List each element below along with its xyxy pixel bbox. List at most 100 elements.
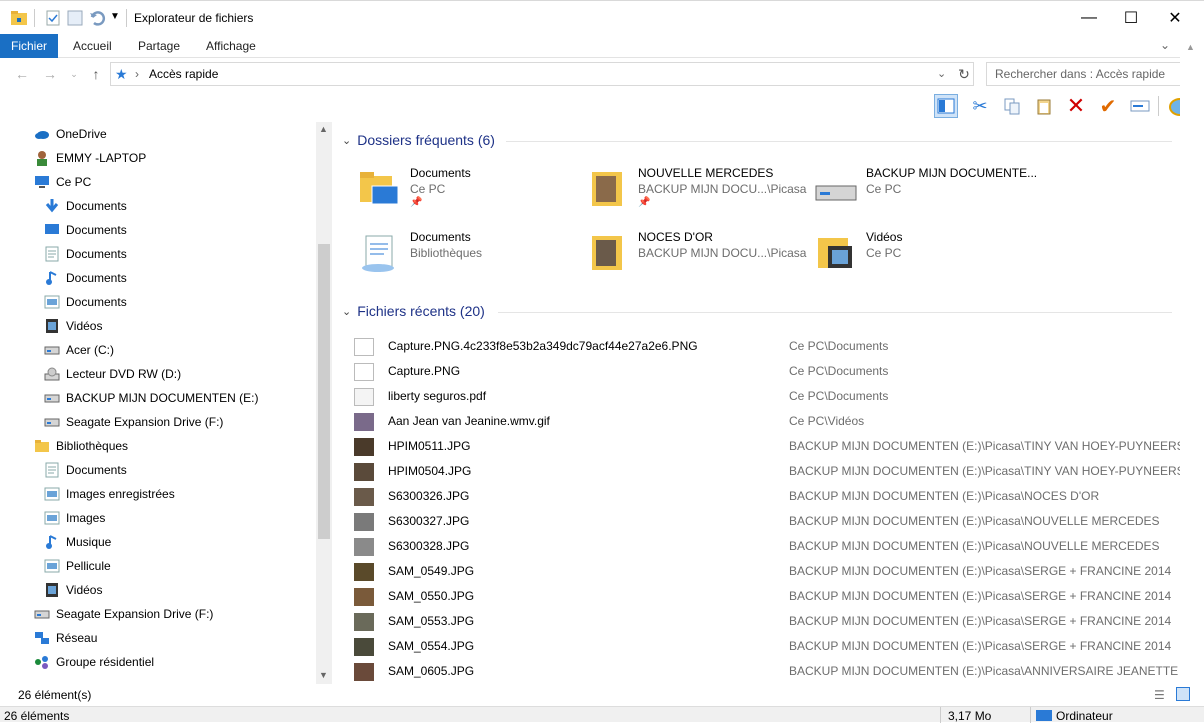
music-icon	[44, 534, 60, 550]
frequent-folder-tile[interactable]: Vidéos Ce PC	[814, 230, 1034, 290]
nav-item[interactable]: Documents	[44, 218, 127, 242]
recent-locations-chevron-icon[interactable]: ⌄	[64, 64, 84, 84]
nav-item[interactable]: BACKUP MIJN DOCUMENTEN (E:)	[44, 386, 258, 410]
delete-icon[interactable]: ✕	[1064, 93, 1088, 118]
nav-item[interactable]: OneDrive	[34, 122, 107, 146]
file-name: liberty seguros.pdf	[388, 389, 487, 403]
nav-item[interactable]: EMMY -LAPTOP	[34, 146, 146, 170]
recent-file-row[interactable]: HPIM0504.JPG BACKUP MIJN DOCUMENTEN (E:)\…	[354, 459, 1185, 484]
nav-item[interactable]: Musique	[44, 530, 111, 554]
checkmark-icon[interactable]: ✔	[1096, 94, 1120, 118]
recent-file-row[interactable]: Capture.PNG Ce PC\Documents	[354, 359, 1174, 384]
file-name: S6300328.JPG	[388, 539, 470, 553]
divider	[1030, 707, 1031, 723]
recent-file-row[interactable]: HPIM0511.JPG BACKUP MIJN DOCUMENTEN (E:)\…	[354, 434, 1185, 459]
nav-item[interactable]: Documents	[44, 290, 127, 314]
tab-partage[interactable]: Partage	[126, 34, 192, 58]
nav-item[interactable]: Images enregistrées	[44, 482, 175, 506]
image-thumbnail-icon	[354, 513, 374, 531]
recent-file-row[interactable]: liberty seguros.pdf Ce PC\Documents	[354, 384, 1174, 409]
nav-item[interactable]: Réseau	[34, 626, 97, 650]
nav-item[interactable]: Seagate Expansion Drive (F:)	[34, 602, 213, 626]
user-icon	[34, 150, 50, 166]
file-location: BACKUP MIJN DOCUMENTEN (E:)\Picasa\ANNIV…	[789, 664, 1179, 678]
new-folder-icon[interactable]	[66, 9, 84, 27]
rename-icon[interactable]	[1128, 94, 1152, 118]
nav-item[interactable]: Vidéos	[44, 578, 102, 602]
quick-access-dropdown-icon[interactable]: ▼	[110, 11, 120, 22]
nav-item-label: Seagate Expansion Drive (F:)	[56, 607, 214, 621]
nav-item[interactable]: Groupe résidentiel	[34, 650, 154, 674]
nav-item[interactable]: Documents	[44, 458, 127, 482]
frequent-folder-tile[interactable]: BACKUP MIJN DOCUMENTE... Ce PC	[814, 166, 1037, 226]
frequent-folder-tile[interactable]: Documents Bibliothèques	[358, 230, 578, 290]
nav-item[interactable]: Seagate Expansion Drive (F:)	[44, 410, 223, 434]
scroll-up-icon[interactable]: ▲	[319, 124, 328, 134]
search-placeholder: Rechercher dans : Accès rapide	[995, 67, 1166, 81]
close-button[interactable]: ✕	[1152, 1, 1198, 35]
drive-icon	[44, 390, 60, 406]
copy-icon[interactable]	[1000, 94, 1024, 118]
recent-file-row[interactable]: SAM_0549.JPG BACKUP MIJN DOCUMENTEN (E:)\…	[354, 559, 1174, 584]
back-arrow-icon[interactable]: ←	[12, 64, 32, 84]
nav-scrollbar-thumb[interactable]	[318, 244, 330, 539]
tab-affichage[interactable]: Affichage	[194, 34, 268, 58]
nav-item[interactable]: Vidéos	[44, 314, 102, 338]
file-location: BACKUP MIJN DOCUMENTEN (E:)\Picasa\NOCES…	[789, 489, 1100, 503]
undo-icon[interactable]	[88, 9, 106, 27]
tiles-view-icon[interactable]	[1176, 687, 1190, 701]
frequent-folders-header[interactable]: ⌄ Dossiers fréquents (6)	[342, 132, 495, 148]
frequent-folder-tile[interactable]: NOCES D'OR BACKUP MIJN DOCU...\Picasa	[586, 230, 806, 290]
recent-file-row[interactable]: S6300327.JPG BACKUP MIJN DOCUMENTEN (E:)\…	[354, 509, 1174, 534]
nav-item[interactable]: Acer (C:)	[44, 338, 114, 362]
refresh-icon[interactable]: ↻	[954, 64, 974, 84]
nav-item[interactable]: Pellicule	[44, 554, 111, 578]
minimize-button[interactable]: —	[1066, 1, 1112, 35]
address-bar[interactable]: ★ › Accès rapide ⌄	[110, 62, 974, 86]
nav-item[interactable]: Bibliothèques	[34, 434, 128, 458]
recent-file-row[interactable]: Capture.PNG.4c233f8e53b2a349dc79acf44e27…	[354, 334, 1174, 359]
photo-folder-icon	[586, 166, 630, 210]
nav-item[interactable]: Documents	[44, 194, 127, 218]
nav-item[interactable]: Documents	[44, 242, 127, 266]
recent-files-header[interactable]: ⌄ Fichiers récents (20)	[342, 303, 485, 319]
divider	[1158, 96, 1159, 116]
image-thumbnail-icon	[354, 663, 374, 681]
drive-icon	[34, 606, 50, 622]
recent-file-row[interactable]: Aan Jean van Jeanine.wmv.gif Ce PC\Vidéos	[354, 409, 1174, 434]
expand-ribbon-icon[interactable]: ⌄	[1160, 38, 1170, 52]
recent-file-row[interactable]: S6300328.JPG BACKUP MIJN DOCUMENTEN (E:)\…	[354, 534, 1174, 559]
collapse-chevron-icon[interactable]: ⌄	[342, 134, 351, 147]
up-arrow-icon[interactable]: ↑	[86, 64, 106, 84]
breadcrumb[interactable]: Accès rapide	[149, 67, 218, 81]
file-location: BACKUP MIJN DOCUMENTEN (E:)\Picasa\SERGE…	[789, 614, 1172, 628]
properties-icon[interactable]	[44, 9, 62, 27]
recent-file-row[interactable]: SAM_0554.JPG BACKUP MIJN DOCUMENTEN (E:)\…	[354, 634, 1174, 659]
tab-fichier[interactable]: Fichier	[0, 34, 58, 58]
content-scrollbar[interactable]: ▲	[1180, 34, 1204, 684]
recent-file-row[interactable]: SAM_0605.JPG BACKUP MIJN DOCUMENTEN (E:)\…	[354, 659, 1178, 684]
paste-icon[interactable]	[1032, 94, 1056, 118]
forward-arrow-icon[interactable]: →	[40, 64, 60, 84]
address-dropdown-icon[interactable]: ⌄	[937, 67, 946, 80]
preview-pane-icon[interactable]	[934, 94, 958, 118]
scroll-up-icon[interactable]: ▲	[1186, 42, 1195, 52]
recent-file-row[interactable]: S6300326.JPG BACKUP MIJN DOCUMENTEN (E:)\…	[354, 484, 1174, 509]
image-thumbnail-icon	[354, 413, 374, 431]
frequent-folder-tile[interactable]: Documents Ce PC 📌	[358, 166, 578, 226]
recent-file-row[interactable]: SAM_0553.JPG BACKUP MIJN DOCUMENTEN (E:)\…	[354, 609, 1174, 634]
details-view-icon[interactable]: ☰	[1154, 688, 1165, 702]
scroll-down-icon[interactable]: ▼	[319, 670, 328, 680]
maximize-button[interactable]: ☐	[1108, 1, 1154, 35]
recent-file-row[interactable]: SAM_0550.JPG BACKUP MIJN DOCUMENTEN (E:)\…	[354, 584, 1174, 609]
nav-item[interactable]: Lecteur DVD RW (D:)	[44, 362, 181, 386]
nav-item[interactable]: Documents	[44, 266, 127, 290]
collapse-chevron-icon[interactable]: ⌄	[342, 305, 351, 318]
search-input[interactable]: Rechercher dans : Accès rapide	[986, 62, 1188, 86]
tab-accueil[interactable]: Accueil	[61, 34, 124, 58]
nav-item[interactable]: Ce PC	[34, 170, 91, 194]
video-icon	[44, 318, 60, 334]
cut-icon[interactable]: ✂	[968, 94, 992, 118]
nav-item[interactable]: Images	[44, 506, 105, 530]
frequent-folder-tile[interactable]: NOUVELLE MERCEDES BACKUP MIJN DOCU...\Pic…	[586, 166, 806, 226]
